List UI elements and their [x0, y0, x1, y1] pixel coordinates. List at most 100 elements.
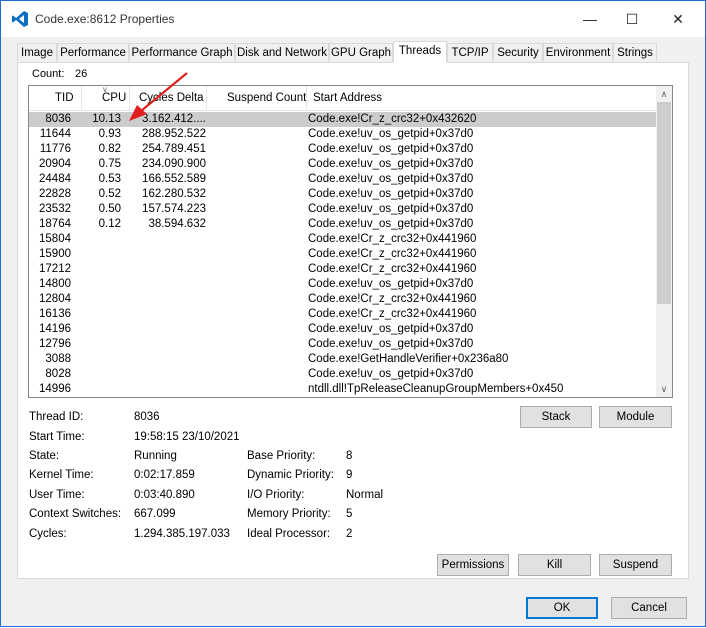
- table-row[interactable]: 12804 Code.exe!Cr_z_crc32+0x441960: [29, 292, 657, 307]
- cpu-cell: 0.53: [98, 173, 121, 185]
- column-header-cycles-delta[interactable]: Cycles Delta: [139, 92, 204, 104]
- table-row[interactable]: 8036 10.13 3.162.412.... Code.exe!Cr_z_crc3…: [29, 112, 657, 127]
- table-row[interactable]: 18764 0.12 38.594.632 Code.exe!uv_os_getpid…: [29, 217, 657, 232]
- dynamic-priority-label: Dynamic Priority:: [247, 469, 334, 481]
- cpu-cell: 0.93: [98, 128, 121, 140]
- column-divider[interactable]: [206, 86, 207, 110]
- table-row[interactable]: 3088 Code.exe!GetHandleVerifier+0x236a80: [29, 352, 657, 367]
- ideal-processor-label: Ideal Processor:: [247, 528, 331, 540]
- tab-performance-graph[interactable]: Performance Graph: [129, 43, 235, 61]
- table-row[interactable]: 15804 Code.exe!Cr_z_crc32+0x441960: [29, 232, 657, 247]
- tab-tcp-ip[interactable]: TCP/IP: [447, 43, 493, 61]
- table-row[interactable]: 11644 0.93 288.952.522 Code.exe!uv_os_getpi…: [29, 127, 657, 142]
- memory-priority-label: Memory Priority:: [247, 508, 331, 520]
- close-icon[interactable]: ✕: [655, 1, 701, 37]
- column-divider[interactable]: [129, 86, 130, 110]
- start-address-cell: Code.exe!uv_os_getpid+0x37d0: [308, 218, 474, 230]
- tid-cell: 16136: [39, 308, 71, 320]
- start-address-cell: Code.exe!Cr_z_crc32+0x432620: [308, 113, 477, 125]
- tab-security[interactable]: Security: [493, 43, 543, 61]
- cpu-cell: 10.13: [92, 113, 121, 125]
- count-value: 26: [75, 68, 88, 80]
- start-address-cell: Code.exe!uv_os_getpid+0x37d0: [308, 338, 474, 350]
- table-row[interactable]: 11776 0.82 254.789.451 Code.exe!uv_os_getpi…: [29, 142, 657, 157]
- vertical-scrollbar[interactable]: ∧ ∨: [656, 86, 672, 397]
- properties-window: Code.exe:8612 Properties — ☐ ✕ Image Per…: [0, 0, 706, 627]
- tab-disk-and-network[interactable]: Disk and Network: [235, 43, 329, 61]
- column-header-tid[interactable]: TID: [55, 92, 74, 104]
- table-row[interactable]: 12796 Code.exe!uv_os_getpid+0x37d0: [29, 337, 657, 352]
- tid-cell: 8028: [45, 368, 71, 380]
- module-button[interactable]: Module: [599, 406, 672, 428]
- kill-button[interactable]: Kill: [518, 554, 591, 576]
- column-header-cpu[interactable]: CPU: [102, 92, 126, 104]
- start-address-cell: Code.exe!uv_os_getpid+0x37d0: [308, 278, 474, 290]
- tid-cell: 15804: [39, 233, 71, 245]
- base-priority-label: Base Priority:: [247, 450, 316, 462]
- cancel-button[interactable]: Cancel: [611, 597, 687, 619]
- column-header-start-address[interactable]: Start Address: [313, 92, 382, 104]
- tid-cell: 8036: [45, 113, 71, 125]
- table-row[interactable]: 24484 0.53 166.552.589 Code.exe!uv_os_getpi…: [29, 172, 657, 187]
- scrollbar-thumb[interactable]: [657, 102, 671, 304]
- table-row[interactable]: 23532 0.50 157.574.223 Code.exe!uv_os_getpi…: [29, 202, 657, 217]
- window-title: Code.exe:8612 Properties: [35, 12, 175, 26]
- permissions-button[interactable]: Permissions: [437, 554, 509, 576]
- column-header-suspend-count[interactable]: Suspend Count: [227, 92, 306, 104]
- tab-threads[interactable]: Threads: [393, 41, 447, 63]
- vscode-icon: [12, 11, 28, 27]
- minimize-icon[interactable]: —: [567, 1, 613, 37]
- tid-cell: 14196: [39, 323, 71, 335]
- table-row[interactable]: 14196 Code.exe!uv_os_getpid+0x37d0: [29, 322, 657, 337]
- cpu-cell: 0.75: [98, 158, 121, 170]
- table-row[interactable]: 20904 0.75 234.090.900 Code.exe!uv_os_getpi…: [29, 157, 657, 172]
- maximize-icon[interactable]: ☐: [609, 1, 655, 37]
- table-row[interactable]: 22828 0.52 162.280.532 Code.exe!uv_os_getpi…: [29, 187, 657, 202]
- tid-cell: 22828: [39, 188, 71, 200]
- tid-cell: 24484: [39, 173, 71, 185]
- tab-gpu-graph[interactable]: GPU Graph: [329, 43, 393, 61]
- tid-cell: 11644: [39, 128, 71, 140]
- tab-image[interactable]: Image: [17, 43, 57, 61]
- kernel-time-label: Kernel Time:: [29, 469, 94, 481]
- suspend-button[interactable]: Suspend: [599, 554, 672, 576]
- thread-id-value: 8036: [134, 411, 160, 423]
- start-address-cell: Code.exe!uv_os_getpid+0x37d0: [308, 173, 474, 185]
- tid-cell: 11776: [39, 143, 71, 155]
- user-time-value: 0:03:40.890: [134, 489, 195, 501]
- threads-list[interactable]: TID ∨ CPU Cycles Delta Suspend Count Sta…: [28, 85, 673, 398]
- scroll-down-icon[interactable]: ∨: [656, 381, 672, 397]
- stack-button[interactable]: Stack: [520, 406, 592, 428]
- scroll-up-icon[interactable]: ∧: [656, 86, 672, 102]
- start-address-cell: Code.exe!Cr_z_crc32+0x441960: [308, 233, 477, 245]
- ok-button[interactable]: OK: [526, 597, 598, 619]
- table-row[interactable]: 14800 Code.exe!uv_os_getpid+0x37d0: [29, 277, 657, 292]
- table-row[interactable]: 14996 ntdll.dll!TpReleaseCleanupGroupMemb…: [29, 382, 657, 397]
- dynamic-priority-value: 9: [346, 469, 353, 481]
- table-row[interactable]: 8028 Code.exe!uv_os_getpid+0x37d0: [29, 367, 657, 382]
- tab-performance[interactable]: Performance: [57, 43, 129, 61]
- table-row[interactable]: 16136 Code.exe!Cr_z_crc32+0x441960: [29, 307, 657, 322]
- cycles-delta-cell: 288.952.522: [142, 128, 206, 140]
- tid-cell: 20904: [39, 158, 71, 170]
- state-value: Running: [134, 450, 177, 462]
- start-address-cell: Code.exe!uv_os_getpid+0x37d0: [308, 368, 474, 380]
- start-address-cell: Code.exe!Cr_z_crc32+0x441960: [308, 248, 477, 260]
- start-address-cell: Code.exe!Cr_z_crc32+0x441960: [308, 263, 477, 275]
- cycles-value: 1.294.385.197.033: [134, 528, 230, 540]
- thread-rows: 8036 10.13 3.162.412.... Code.exe!Cr_z_crc3…: [29, 112, 657, 397]
- tab-environment[interactable]: Environment: [543, 43, 613, 61]
- cycles-delta-cell: 157.574.223: [142, 203, 206, 215]
- table-row[interactable]: 17212 Code.exe!Cr_z_crc32+0x441960: [29, 262, 657, 277]
- table-row[interactable]: 15900 Code.exe!Cr_z_crc32+0x441960: [29, 247, 657, 262]
- io-priority-label: I/O Priority:: [247, 489, 305, 501]
- base-priority-value: 8: [346, 450, 353, 462]
- title-bar[interactable]: Code.exe:8612 Properties — ☐ ✕: [1, 1, 705, 37]
- memory-priority-value: 5: [346, 508, 353, 520]
- column-divider[interactable]: [306, 86, 307, 110]
- tab-strings[interactable]: Strings: [613, 43, 657, 61]
- tid-cell: 12804: [39, 293, 71, 305]
- column-divider[interactable]: [81, 86, 82, 110]
- tid-cell: 12796: [39, 338, 71, 350]
- start-address-cell: Code.exe!GetHandleVerifier+0x236a80: [308, 353, 509, 365]
